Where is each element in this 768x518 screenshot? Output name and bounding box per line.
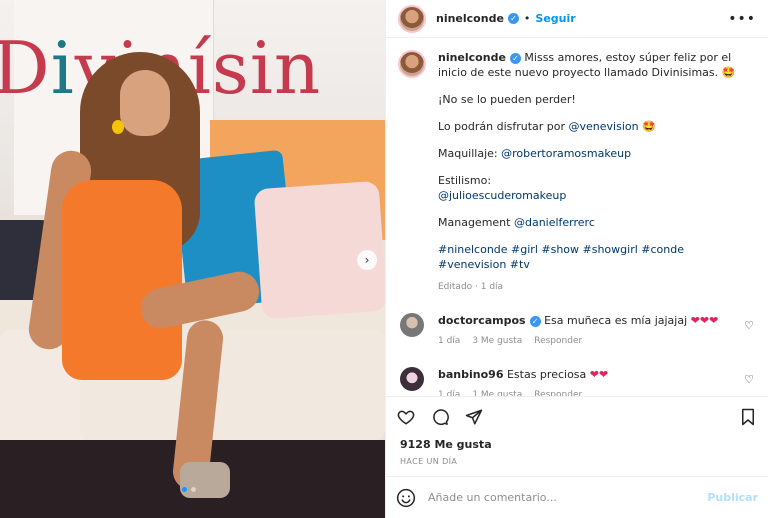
comment-username[interactable]: doctorcampos [438, 314, 526, 327]
share-icon[interactable] [464, 407, 484, 427]
comment-time: 1 día [438, 336, 461, 346]
caption: ninelconde ✓ Misss amores, estoy súper fe… [398, 50, 754, 295]
mention-link[interactable]: @danielferrerc [514, 216, 595, 229]
comment-time: 1 día [438, 390, 461, 396]
avatar[interactable] [398, 4, 426, 33]
caption-line-5: Estilismo: [438, 174, 492, 187]
comment-avatar[interactable] [400, 367, 424, 391]
follow-button[interactable]: Seguir [535, 12, 575, 25]
post-header: ninelconde ✓ • Seguir ••• [386, 0, 768, 38]
comment-input[interactable] [428, 491, 708, 504]
comment-body: banbino96 Estas preciosa ❤❤ 1 día 1 Me g… [438, 367, 728, 396]
mention-link[interactable]: @venevision [569, 120, 639, 133]
more-options-icon[interactable]: ••• [728, 11, 756, 27]
caption-line-6: Management [438, 216, 514, 229]
verified-badge-icon: ✓ [509, 53, 521, 64]
comment-icon[interactable] [430, 407, 450, 427]
caption-body: ninelconde ✓ Misss amores, estoy súper fe… [438, 50, 738, 295]
bookmark-icon[interactable] [738, 407, 758, 427]
comment-likes[interactable]: 1 Me gusta [472, 388, 522, 396]
reply-button[interactable]: Responder [534, 388, 582, 396]
comment-item: doctorcampos ✓ Esa muñeca es mía jajajaj … [398, 313, 754, 349]
reply-button[interactable]: Responder [534, 334, 582, 349]
comment-composer: Publicar [386, 476, 768, 518]
post-timestamp: HACE UN DÍA [400, 457, 458, 466]
post-image[interactable]: Divinísin › [0, 0, 385, 518]
caption-line-2: ¡No se lo pueden perder! [438, 93, 576, 106]
comment-meta: 1 día 3 Me gusta Responder [438, 334, 728, 349]
heart-icon[interactable]: ♡ [744, 373, 754, 386]
caption-emoji: 🤩 [638, 120, 656, 133]
mention-link[interactable]: @julioescuderomakeup [438, 189, 566, 202]
publish-button[interactable]: Publicar [707, 491, 758, 504]
caption-line-4: Maquillaje: [438, 147, 502, 160]
likes-count[interactable]: 9128 Me gusta [386, 436, 768, 453]
caption-line-3: Lo podrán disfrutar por [438, 120, 569, 133]
chevron-right-icon: › [364, 253, 370, 267]
post-username[interactable]: ninelconde [436, 12, 504, 25]
comment-body: doctorcampos ✓ Esa muñeca es mía jajajaj … [438, 313, 728, 349]
separator-dot: • [523, 12, 531, 25]
comment-likes[interactable]: 3 Me gusta [472, 334, 522, 349]
next-image-button[interactable]: › [357, 250, 377, 270]
orange-dress [62, 180, 182, 380]
mention-link[interactable]: @robertoramosmakeup [501, 147, 631, 160]
hearts-emoji: ❤❤❤ [690, 314, 719, 327]
emoji-icon[interactable] [396, 488, 416, 508]
hashtags[interactable]: #ninelconde #girl #show #showgirl #conde… [438, 242, 738, 272]
heart-icon[interactable] [396, 407, 416, 427]
caption-meta: Editado · 1 día [438, 282, 504, 292]
comments-area[interactable]: ninelconde ✓ Misss amores, estoy súper fe… [386, 38, 768, 396]
woman-shoe [180, 462, 230, 498]
carousel-dots [182, 487, 196, 492]
carousel-dot [191, 487, 196, 492]
comment-item: banbino96 Estas preciosa ❤❤ 1 día 1 Me g… [398, 367, 754, 396]
comment-username[interactable]: banbino96 [438, 368, 503, 381]
post-side-panel: ninelconde ✓ • Seguir ••• ninelconde ✓ Mi… [385, 0, 768, 518]
heart-icon[interactable]: ♡ [744, 319, 754, 332]
carousel-dot-active [182, 487, 187, 492]
comment-text: Esa muñeca es mía jajajaj [540, 314, 691, 327]
caption-avatar[interactable] [398, 50, 426, 78]
woman-face [120, 70, 170, 136]
caption-username[interactable]: ninelconde [438, 51, 506, 64]
earring [112, 120, 124, 134]
verified-badge-icon: ✓ [529, 316, 541, 327]
hearts-emoji: ❤❤ [589, 368, 609, 381]
action-bar [386, 396, 768, 436]
verified-badge-icon: ✓ [507, 13, 519, 24]
comment-avatar[interactable] [400, 313, 424, 337]
post-modal: Divinísin › ninelconde ✓ • Seguir ••• ni… [0, 0, 768, 518]
comment-meta: 1 día 1 Me gusta Responder [438, 388, 728, 396]
comment-text: Estas preciosa [503, 368, 590, 381]
